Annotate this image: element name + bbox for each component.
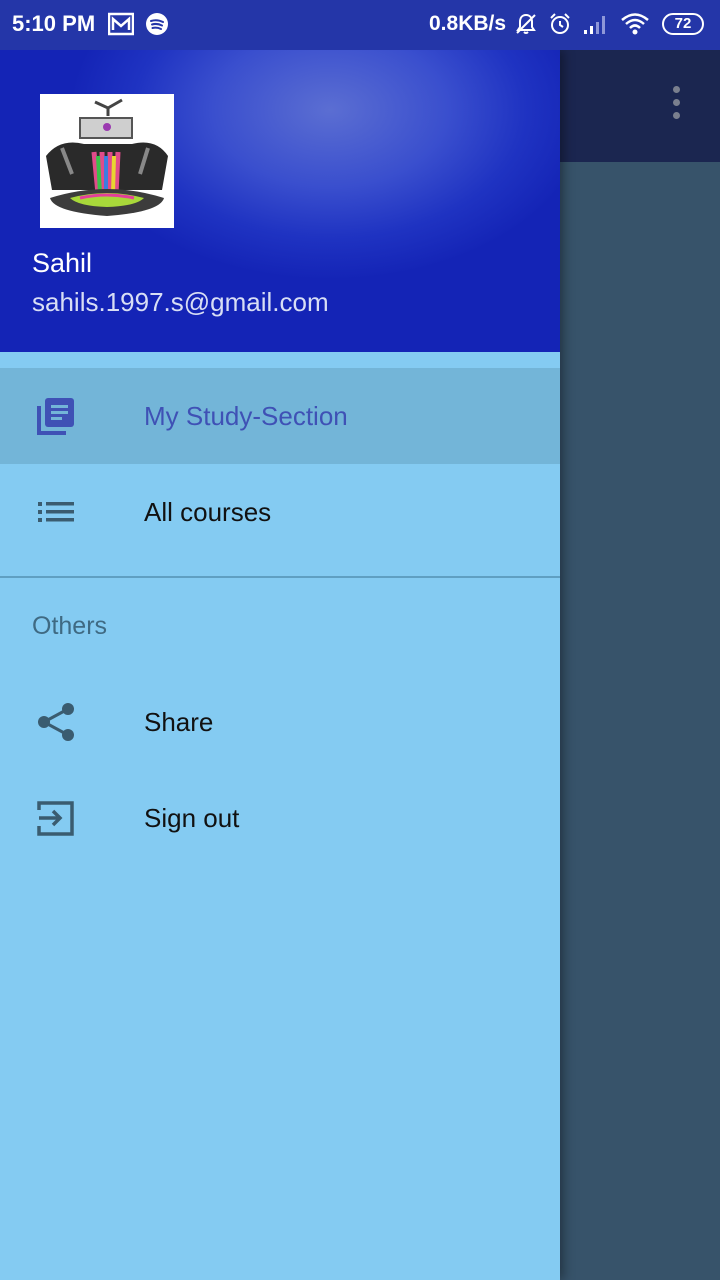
battery-icon: 72 [662, 13, 704, 35]
user-name: Sahil [32, 248, 93, 278]
nav-item-share[interactable]: Share [0, 674, 560, 770]
sign-out-icon [37, 801, 74, 836]
navigation-drawer: Sahil sahils.1997.s@gmail.com My Study-S… [0, 50, 560, 1280]
wifi-icon [621, 13, 649, 35]
network-speed: 0.8KB/s [429, 12, 507, 35]
list-icon [38, 502, 74, 522]
nav-item-sign-out[interactable]: Sign out [0, 770, 560, 866]
share-icon [38, 703, 74, 741]
spotify-icon [146, 13, 168, 35]
overflow-menu-icon[interactable] [669, 86, 683, 126]
section-title-others: Others [32, 612, 108, 640]
mute-icon [516, 13, 536, 34]
nav-item-label: Share [144, 707, 214, 737]
user-email: sahils.1997.s@gmail.com [32, 287, 329, 317]
nav-item-all-courses[interactable]: All courses [0, 464, 560, 560]
library-books-icon [37, 398, 74, 435]
divider [0, 576, 560, 578]
status-time: 5:10 PM [12, 11, 96, 36]
alarm-icon [550, 13, 570, 34]
avatar[interactable] [40, 94, 174, 228]
gmail-icon [108, 12, 134, 36]
drawer-header: Sahil sahils.1997.s@gmail.com [0, 50, 560, 352]
nav-item-label: All courses [144, 497, 272, 527]
signal-icon [584, 16, 605, 34]
drawer-scrim[interactable] [560, 162, 720, 1280]
avatar-image [40, 94, 174, 228]
nav-item-label: Sign out [144, 803, 240, 833]
app-bar [560, 50, 720, 162]
nav-item-label: My Study-Section [144, 401, 348, 431]
nav-item-my-study-section[interactable]: My Study-Section [0, 368, 560, 464]
status-bar: 5:10 PM 0.8KB/s 72 [0, 0, 720, 50]
